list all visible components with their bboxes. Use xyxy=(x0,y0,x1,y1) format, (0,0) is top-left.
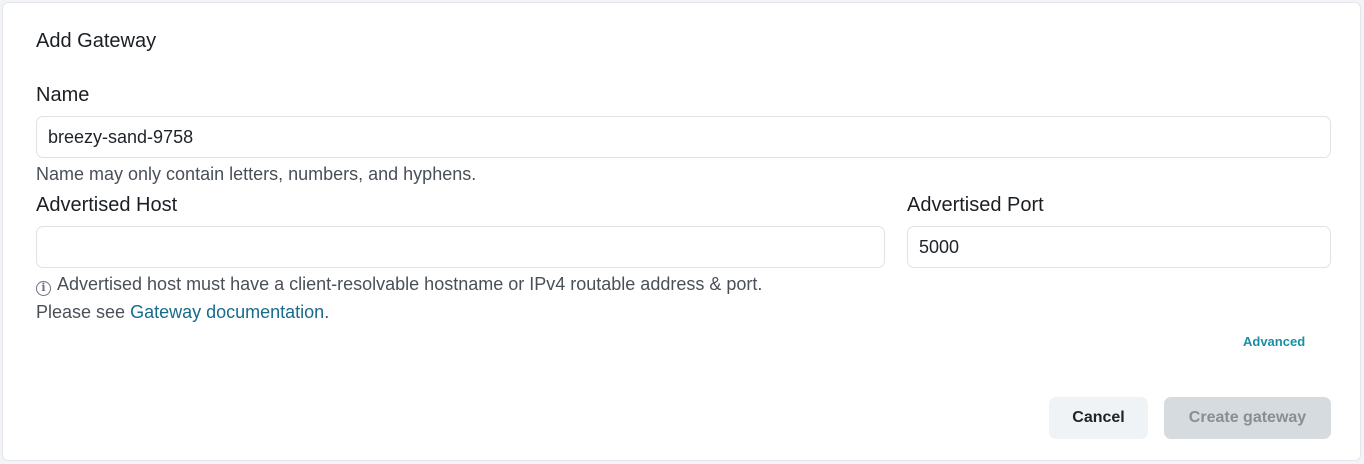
advanced-link[interactable]: Advanced xyxy=(1243,334,1305,349)
advertised-host-hint: i Advertised host must have a client-reso… xyxy=(36,274,762,296)
name-input[interactable] xyxy=(36,116,1331,158)
advertised-port-label: Advertised Port xyxy=(907,194,1044,216)
see-prefix: Please see xyxy=(36,302,131,322)
cancel-button[interactable]: Cancel xyxy=(1049,397,1148,439)
documentation-line: Please see Gateway documentation. xyxy=(36,302,329,323)
create-gateway-button[interactable]: Create gateway xyxy=(1164,397,1331,439)
gateway-documentation-link[interactable]: Gateway documentation xyxy=(130,302,324,322)
add-gateway-dialog: Add Gateway Name Name may only contain l… xyxy=(2,2,1361,461)
name-hint: Name may only contain letters, numbers, … xyxy=(36,164,477,184)
see-suffix: . xyxy=(324,302,330,322)
advertised-host-label: Advertised Host xyxy=(36,194,178,216)
advertised-port-input[interactable] xyxy=(907,226,1331,268)
advertised-host-input[interactable] xyxy=(36,226,885,268)
name-label: Name xyxy=(36,84,90,106)
dialog-title: Add Gateway xyxy=(36,30,157,52)
info-icon: i xyxy=(36,281,51,296)
host-hint-text: Advertised host must have a client-resol… xyxy=(57,274,763,294)
